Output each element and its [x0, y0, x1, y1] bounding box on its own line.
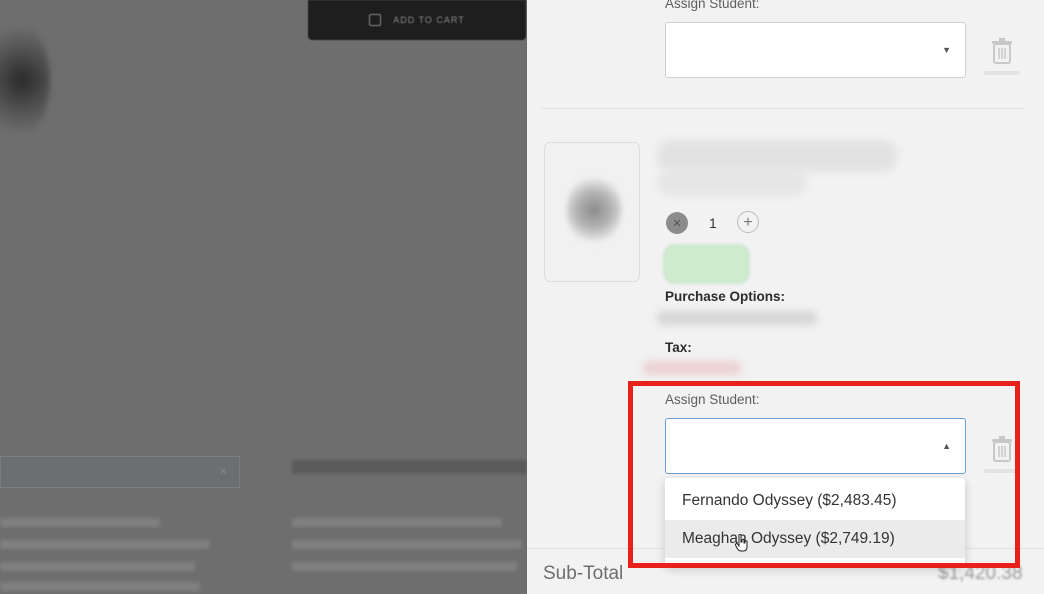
assign-student-dropdown-list: Fernando Odyssey ($2,483.45) Meaghan Ody…	[665, 478, 965, 566]
quantity-value: 1	[709, 215, 717, 231]
purchase-options-label: Purchase Options:	[665, 289, 786, 304]
background-text-line	[0, 582, 200, 591]
background-section-heading	[292, 460, 527, 474]
dropdown-option[interactable]: Fernando Odyssey ($2,483.45)	[665, 482, 965, 520]
status-badge	[664, 245, 749, 283]
quantity-increment-button[interactable]: +	[737, 211, 759, 233]
product-title-redacted	[657, 140, 897, 172]
remove-caption	[984, 71, 1020, 75]
assign-student-label: Assign Student:	[665, 0, 760, 11]
subtotal-value: $1,420.38	[938, 563, 1023, 584]
background-product-image	[0, 20, 50, 140]
cart-drawer: Assign Student: ▼ ✕ 1 + Purchase Options…	[527, 0, 1044, 594]
dropdown-option[interactable]: Meaghan Odyssey ($2,749.19)	[665, 520, 965, 558]
remove-caption	[984, 469, 1020, 473]
product-subtitle-redacted	[657, 170, 807, 196]
close-icon: ×	[219, 463, 227, 478]
assign-student-select[interactable]: ▼	[665, 22, 966, 78]
hand-cursor-icon	[735, 534, 748, 552]
assign-student-select[interactable]: ▲	[665, 418, 966, 474]
background-text-line	[0, 518, 160, 527]
background-text-line	[292, 562, 517, 571]
tax-value-redacted	[642, 361, 742, 375]
cart-icon	[369, 14, 382, 26]
item-divider	[541, 108, 1024, 109]
product-image	[566, 175, 622, 245]
background-text-line	[0, 540, 210, 549]
background-page-overlay[interactable]: ADD TO CART ×	[0, 0, 527, 593]
purchase-options-value-redacted	[657, 311, 817, 325]
background-add-to-cart-button: ADD TO CART	[308, 0, 526, 40]
trash-icon[interactable]	[991, 38, 1013, 64]
tax-label: Tax:	[665, 340, 692, 355]
background-text-line	[292, 540, 522, 549]
background-search-field: ×	[0, 456, 240, 488]
background-text-line	[0, 562, 195, 571]
assign-student-label: Assign Student:	[665, 392, 760, 407]
quantity-decrement-button[interactable]: ✕	[666, 212, 688, 234]
background-text-line	[292, 518, 502, 527]
trash-icon[interactable]	[991, 436, 1013, 462]
caret-up-icon: ▲	[942, 441, 951, 451]
subtotal-label: Sub-Total	[543, 563, 624, 584]
background-add-to-cart-label: ADD TO CART	[393, 15, 465, 25]
caret-down-icon: ▼	[942, 45, 951, 55]
product-thumbnail	[544, 142, 640, 282]
